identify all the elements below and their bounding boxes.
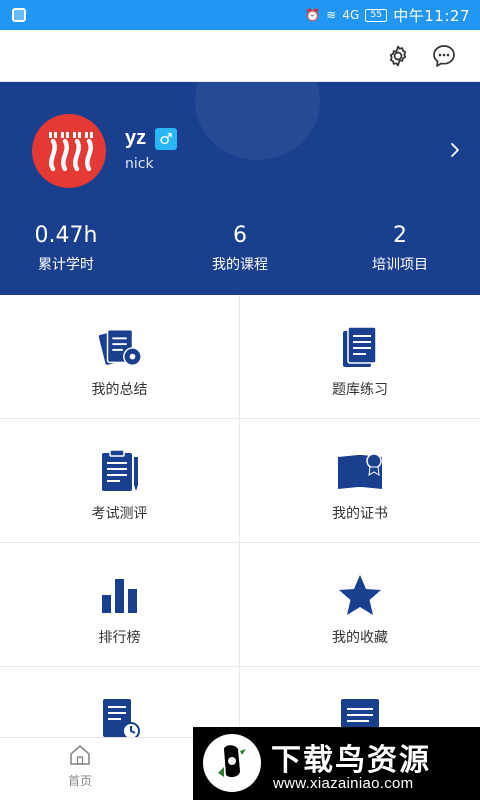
- nickname: nick: [125, 156, 154, 172]
- settings-button[interactable]: [385, 43, 411, 69]
- grid-item-label: 我的收藏: [332, 630, 388, 646]
- stat-my-courses[interactable]: 6 我的课程: [160, 222, 320, 274]
- message-button[interactable]: [431, 43, 457, 69]
- status-time: 中午11:27: [393, 6, 470, 25]
- avatar-logo-icon: [49, 132, 93, 172]
- grid-item-certificate[interactable]: 我的证书: [240, 419, 480, 543]
- summary-docs-icon: [98, 329, 142, 366]
- grid-item-label: 排行榜: [98, 630, 141, 646]
- message-icon: [433, 45, 455, 67]
- nav-home[interactable]: 首页: [40, 744, 120, 789]
- grid-item-ranking[interactable]: 排行榜: [0, 543, 240, 667]
- watermark-url: www.xiazainiao.com: [273, 775, 414, 792]
- home-icon: [70, 745, 90, 765]
- stat-label: 累计学时: [38, 257, 94, 273]
- watermark-banner: 下载鸟资源 www.xiazainiao.com: [193, 727, 480, 800]
- signal-icon: 4G: [342, 8, 360, 22]
- decorative-circle: [195, 82, 320, 160]
- alarm-icon: ⏰: [305, 8, 321, 22]
- male-gender-icon: ♂: [155, 128, 177, 150]
- battery-icon: 55: [365, 8, 388, 22]
- grid-item-favorites[interactable]: 我的收藏: [240, 543, 480, 667]
- grid-item-exam[interactable]: 考试测评: [0, 419, 240, 543]
- history-doc-icon: [102, 699, 140, 740]
- grid-item-label: 考试测评: [91, 506, 148, 522]
- question-bank-icon: [343, 326, 377, 367]
- grid-item-label: 题库练习: [332, 382, 388, 398]
- grid-item-label: 我的总结: [91, 382, 148, 398]
- chevron-right-icon[interactable]: [447, 140, 463, 160]
- stat-study-hours[interactable]: 0.47h 累计学时: [0, 222, 146, 274]
- grid-item-label: 我的证书: [332, 506, 388, 522]
- star-icon: [339, 575, 381, 615]
- nav-home-label: 首页: [67, 774, 92, 788]
- stat-training-projects[interactable]: 2 培训项目: [320, 222, 480, 274]
- grid-item-summary[interactable]: 我的总结: [0, 295, 240, 419]
- watermark-title: 下载鸟资源: [271, 743, 431, 778]
- stat-label: 培训项目: [372, 257, 428, 273]
- avatar[interactable]: [32, 114, 106, 188]
- stat-value: 2: [393, 223, 407, 248]
- stat-value: 0.47h: [34, 223, 98, 248]
- wifi-icon: ≋: [326, 8, 337, 22]
- stat-label: 我的课程: [212, 257, 268, 273]
- notification-app-icon: [12, 8, 26, 22]
- exam-clipboard-icon: [101, 449, 138, 491]
- status-bar: ⏰ ≋ 4G 55 中午11:27: [0, 0, 480, 30]
- profile-header[interactable]: yz ♂ nick 0.47h 累计学时 6 我的课程 2 培训项目: [0, 82, 480, 295]
- username: yz: [125, 127, 147, 149]
- status-right-group: ⏰ ≋ 4G 55 中午11:27: [305, 5, 470, 26]
- watermark-logo-icon: [203, 734, 261, 792]
- certificate-book-icon: [338, 453, 382, 489]
- grid-item-question-bank[interactable]: 题库练习: [240, 295, 480, 419]
- stat-value: 6: [233, 223, 247, 248]
- settings-icon: [389, 45, 407, 67]
- top-bar: [0, 30, 480, 82]
- ranking-bars-icon: [101, 579, 137, 613]
